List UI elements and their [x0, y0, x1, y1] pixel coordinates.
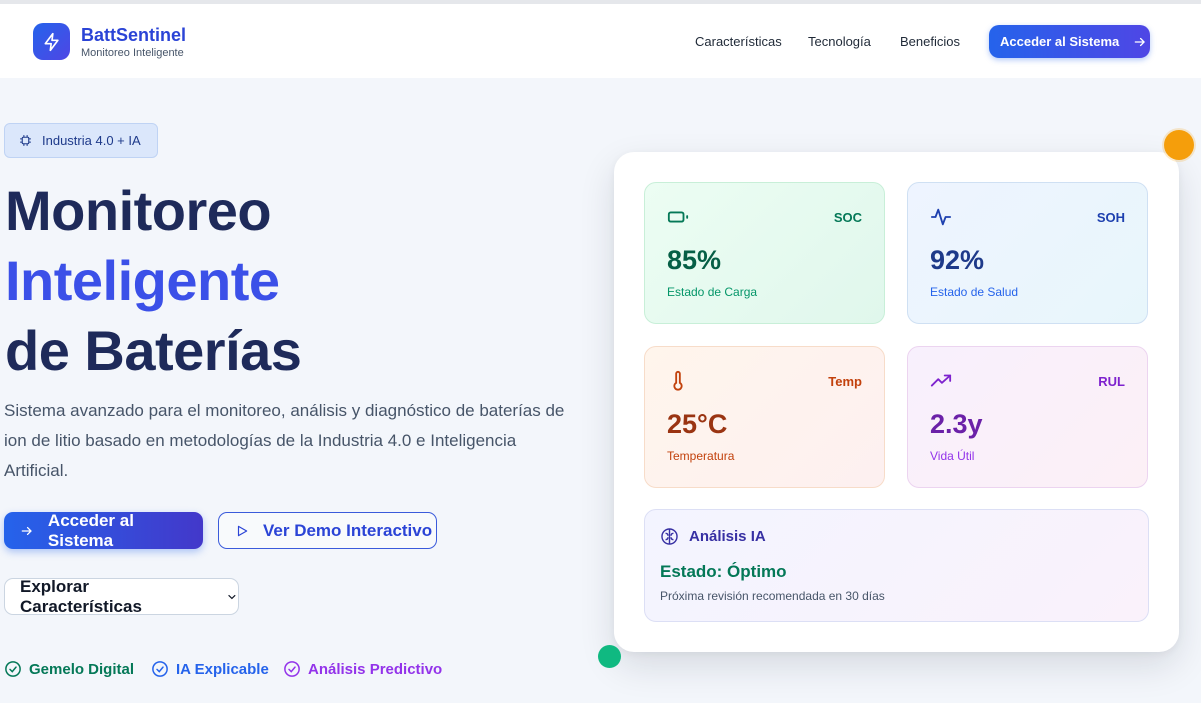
hero-description: Sistema avanzado para el monitoreo, anál… — [4, 401, 565, 480]
nav-access-system-label: Acceder al Sistema — [1000, 34, 1120, 49]
nav-link-beneficios[interactable]: Beneficios — [900, 34, 960, 49]
arrow-right-icon — [1134, 37, 1146, 46]
trending-up-icon — [930, 374, 952, 387]
activity-icon — [930, 208, 952, 226]
explore-features-button[interactable]: Explorar Características — [4, 576, 239, 616]
check-circle-icon — [284, 661, 300, 677]
soh-label: Estado de Salud — [930, 285, 1019, 299]
brand-tagline: Monitoreo Inteligente — [81, 47, 184, 59]
soc-label: Estado de Carga — [667, 285, 758, 299]
explore-features-label: Explorar Características — [20, 576, 142, 616]
feature-digital-twin: Gemelo Digital — [4, 660, 134, 678]
soc-value: 85% — [667, 245, 722, 275]
soh-tag: SOH — [1096, 210, 1125, 225]
soc-card: SOC 85% Estado de Carga — [644, 182, 885, 324]
soc-tag: SOC — [833, 210, 862, 225]
feature-predictive-analysis-label: Análisis Predictivo — [308, 660, 443, 678]
brand-name: BattSentinel — [81, 25, 187, 45]
hero-title-line-2: Inteligente — [5, 249, 280, 312]
check-circle-icon — [152, 661, 168, 677]
chip-icon — [20, 135, 31, 146]
hero-title-line-1: Monitoreo — [5, 179, 272, 242]
feature-digital-twin-label: Gemelo Digital — [29, 660, 135, 678]
decorative-orange-dot — [1164, 130, 1194, 160]
battery-icon — [667, 211, 689, 223]
rul-label: Vida Útil — [930, 449, 975, 463]
ai-analysis-note: Próxima revisión recomendada en 30 días — [660, 589, 885, 603]
feature-explainable-ai-label: IA Explicable — [176, 660, 269, 678]
rul-value: 2.3y — [930, 409, 983, 439]
ai-analysis-status: Estado: Óptimo — [660, 562, 787, 581]
rul-card: RUL 2.3y Vida Útil — [907, 346, 1148, 488]
thermometer-icon — [673, 370, 683, 391]
lightning-bolt-icon — [44, 32, 59, 51]
nav-link-tecnologia[interactable]: Tecnología — [808, 34, 871, 49]
check-circle-icon — [5, 661, 21, 677]
industry-badge: Industria 4.0 + IA — [4, 123, 158, 158]
ai-analysis-card: Análisis IA Estado: Óptimo Próxima revis… — [644, 509, 1149, 622]
brain-icon — [661, 528, 678, 545]
play-icon — [237, 525, 248, 536]
decorative-green-dot — [598, 645, 621, 668]
demo-button-label: Ver Demo Interactivo — [263, 520, 433, 540]
demo-button[interactable]: Ver Demo Interactivo — [218, 512, 437, 549]
soh-card: SOH 92% Estado de Salud — [907, 182, 1148, 324]
feature-explainable-ai: IA Explicable — [151, 660, 269, 678]
access-system-button[interactable]: Acceder al Sistema — [4, 510, 203, 550]
temperature-label: Temperatura — [667, 449, 735, 463]
temperature-card: Temp 25°C Temperatura — [644, 346, 885, 488]
temperature-tag: Temp — [828, 374, 862, 389]
industry-badge-label: Industria 4.0 + IA — [42, 133, 141, 148]
access-system-label: Acceder al Sistema — [47, 510, 134, 550]
soh-value: 92% — [930, 245, 985, 275]
hero-title-line-3: de Baterías — [5, 319, 302, 382]
ai-analysis-title: Análisis IA — [689, 528, 766, 545]
chevron-down-icon — [228, 594, 236, 599]
logo[interactable] — [33, 23, 70, 60]
arrow-right-icon — [21, 526, 32, 535]
nav-access-system-button[interactable]: Acceder al Sistema — [989, 25, 1150, 58]
dashboard-preview-panel: SOC 85% Estado de Carga SOH 92% Estado d… — [614, 152, 1179, 652]
rul-tag: RUL — [1098, 374, 1125, 389]
temperature-value: 25°C — [667, 409, 728, 439]
top-navbar: BattSentinel Monitoreo Inteligente Carac… — [0, 4, 1201, 78]
feature-predictive-analysis: Análisis Predictivo — [283, 660, 442, 678]
nav-link-caracteristicas[interactable]: Características — [695, 34, 782, 49]
ai-analysis-header: Análisis IA — [660, 527, 766, 546]
